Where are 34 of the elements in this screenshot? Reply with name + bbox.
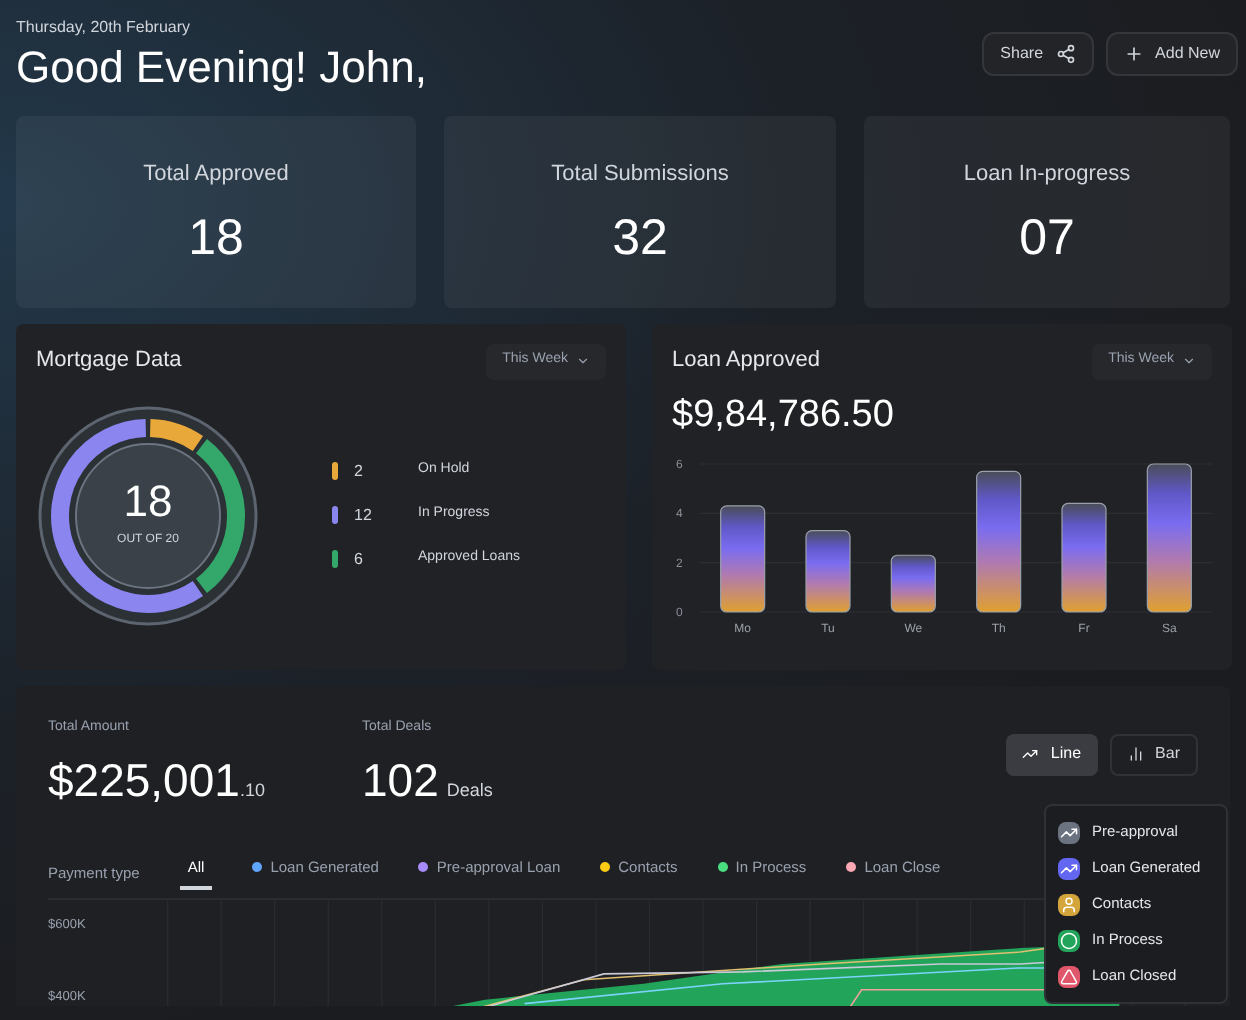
card-title: Loan Approved — [672, 345, 821, 375]
line-chart-icon — [1022, 746, 1039, 762]
chart-bar — [805, 530, 851, 613]
stat-value: 18 — [188, 214, 244, 265]
legend-count: 2 — [352, 459, 365, 483]
stat-label: Total Approved — [143, 159, 289, 190]
amount-cents: .10 — [239, 778, 265, 804]
plus-icon — [1123, 44, 1144, 64]
donut-value: 18 — [123, 480, 173, 524]
share-icon — [1055, 44, 1076, 64]
card-title: Mortgage Data — [36, 345, 182, 375]
greeting-title: Good Evening! John, — [16, 40, 427, 95]
caret-icon — [1182, 354, 1196, 368]
stat-label: Total Submissions — [551, 159, 729, 190]
chart-bar — [976, 470, 1022, 613]
total-deals: 102 — [362, 752, 439, 810]
chart-bar — [1061, 502, 1107, 613]
stat-value: 07 — [1019, 214, 1075, 265]
add-button[interactable]: Add New — [1105, 32, 1238, 76]
bar-chart-icon — [1127, 746, 1144, 762]
legend-count: 6 — [352, 547, 365, 571]
chart-bar — [890, 554, 936, 613]
loan-amount: $9,84,786.50 — [672, 391, 896, 439]
deals-unit: Deals — [446, 778, 493, 804]
share-button[interactable]: Share — [982, 32, 1094, 76]
stat-value: 32 — [612, 214, 668, 265]
chart-bar — [720, 505, 766, 613]
bar-view-toggle[interactable]: Bar — [1109, 733, 1198, 775]
line-view-toggle[interactable]: Line — [1006, 733, 1098, 775]
total-amount: $225,001 — [48, 752, 240, 810]
legend-count: 12 — [352, 503, 374, 527]
caret-icon — [576, 354, 590, 368]
date-label: Thursday, 20th February — [16, 16, 193, 40]
stat-label: Loan In-progress — [963, 159, 1131, 190]
